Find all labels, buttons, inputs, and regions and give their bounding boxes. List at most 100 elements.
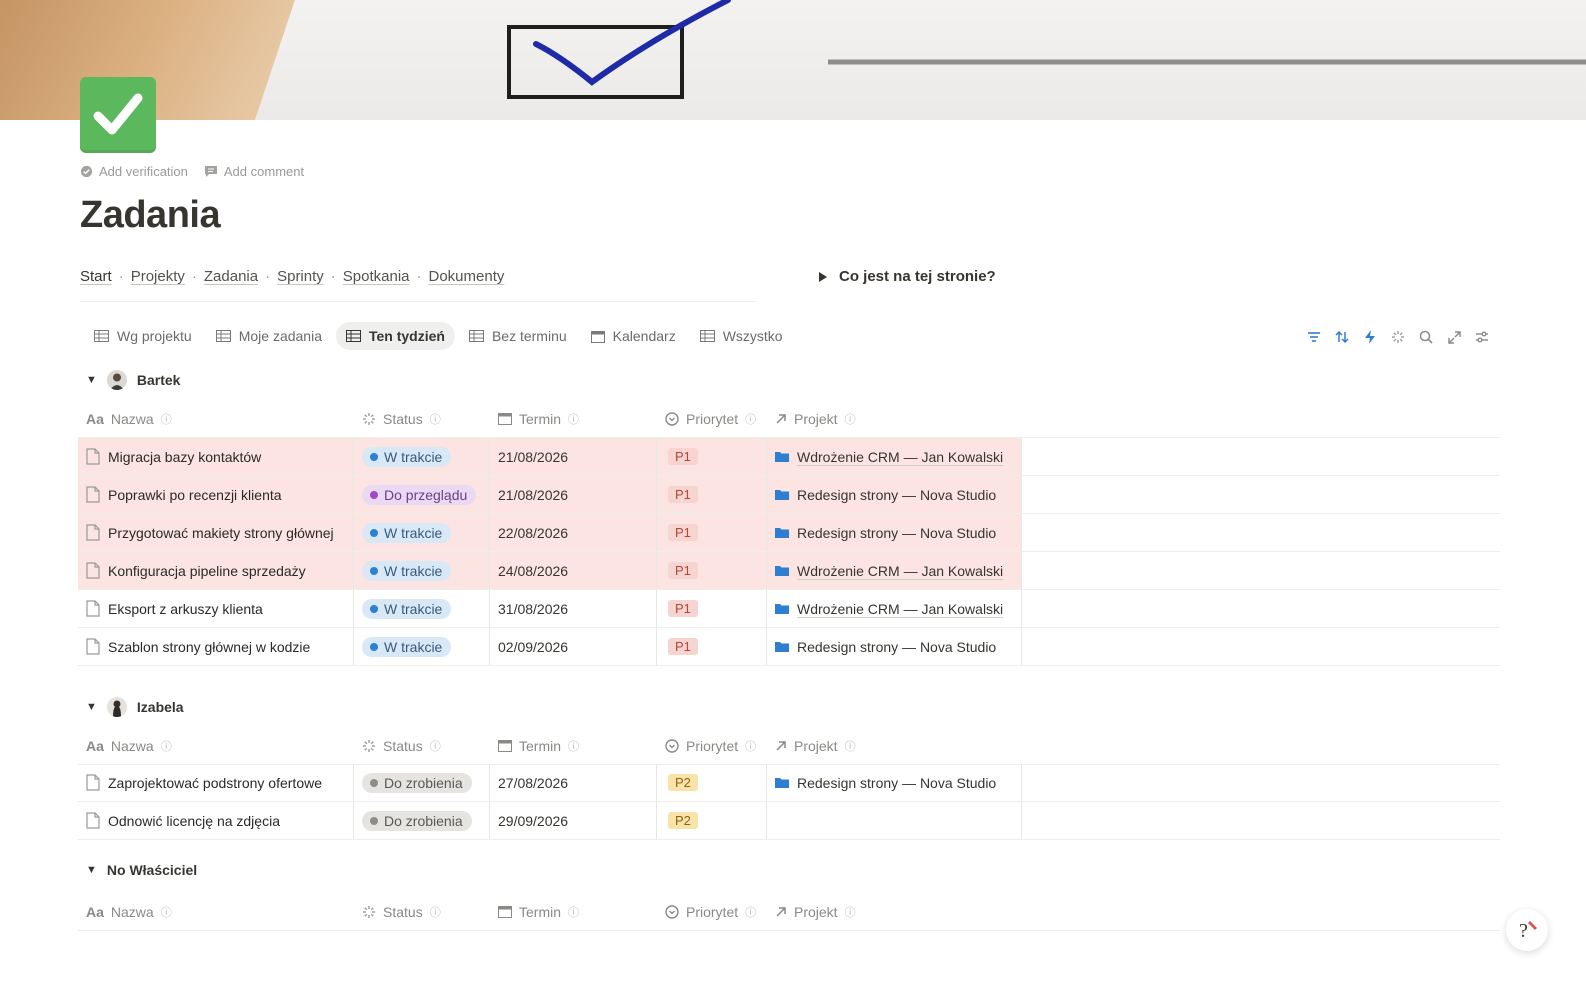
column-header-status[interactable]: Status ⓘ	[354, 400, 490, 437]
cell-priority[interactable]: P2	[657, 764, 767, 801]
tab-ten-tydzien[interactable]: Ten tydzień	[335, 322, 455, 350]
cell-priority[interactable]: P1	[657, 590, 767, 627]
cell-priority[interactable]: P2	[657, 802, 767, 839]
nav-link-start[interactable]: Start	[80, 268, 112, 301]
tab-moje-zadania[interactable]: Moje zadania	[206, 322, 332, 350]
column-header-priority[interactable]: Priorytet ⓘ	[657, 893, 767, 930]
table-row[interactable]: Poprawki po recenzji klienta Do przegląd…	[78, 476, 1500, 514]
cell-project[interactable]: Redesign strony — Nova Studio	[767, 764, 1022, 801]
cell-status[interactable]: Do przeglądu	[354, 476, 490, 513]
project-link[interactable]: Redesign strony — Nova Studio	[775, 487, 996, 503]
column-header-name[interactable]: Aa Nazwa ⓘ	[78, 893, 354, 930]
nav-link-zadania[interactable]: Zadania	[204, 268, 258, 301]
cell-due[interactable]: 02/09/2026	[490, 628, 657, 665]
cell-name[interactable]: Szablon strony głównej w kodzie	[78, 628, 354, 665]
loading-icon[interactable]	[1390, 328, 1406, 346]
cell-project[interactable]: Wdrożenie CRM — Jan Kowalski	[767, 590, 1022, 627]
project-link[interactable]: Wdrożenie CRM — Jan Kowalski	[775, 601, 1003, 617]
cell-due[interactable]: 22/08/2026	[490, 514, 657, 551]
cell-name[interactable]: Odnowić licencję na zdjęcia	[78, 802, 354, 839]
column-header-priority[interactable]: Priorytet ⓘ	[657, 727, 767, 764]
group-header-no-owner[interactable]: ▼ No Właściciel	[86, 862, 197, 878]
toggle-what-is-on-page[interactable]: Co jest na tej stronie?	[818, 268, 996, 285]
column-header-project[interactable]: Projekt ⓘ	[767, 893, 1022, 930]
cell-due[interactable]: 24/08/2026	[490, 552, 657, 589]
automation-icon[interactable]	[1362, 328, 1378, 346]
column-header-status[interactable]: Status ⓘ	[354, 727, 490, 764]
project-link[interactable]: Redesign strony — Nova Studio	[775, 525, 996, 541]
table-row[interactable]: Zaprojektować podstrony ofertowe Do zrob…	[78, 764, 1500, 802]
cell-project[interactable]: Wdrożenie CRM — Jan Kowalski	[767, 552, 1022, 589]
cell-project[interactable]: Redesign strony — Nova Studio	[767, 514, 1022, 551]
cell-project[interactable]	[767, 802, 1022, 839]
cell-priority[interactable]: P1	[657, 514, 767, 551]
column-header-project[interactable]: Projekt ⓘ	[767, 400, 1022, 437]
help-button[interactable]: ?	[1506, 909, 1548, 951]
cell-name[interactable]: Konfiguracja pipeline sprzedaży	[78, 552, 354, 589]
add-comment-button[interactable]: Add comment	[204, 164, 304, 179]
cell-priority[interactable]: P1	[657, 438, 767, 475]
table-row[interactable]: Eksport z arkuszy klienta W trakcie 31/0…	[78, 590, 1500, 628]
filter-icon[interactable]	[1306, 328, 1322, 346]
cell-due[interactable]: 29/09/2026	[490, 802, 657, 839]
page-icon[interactable]	[80, 77, 156, 153]
cell-project[interactable]: Redesign strony — Nova Studio	[767, 628, 1022, 665]
page-cover[interactable]	[0, 0, 1586, 120]
project-link[interactable]: Wdrożenie CRM — Jan Kowalski	[775, 449, 1003, 465]
group-header-bartek[interactable]: ▼ Bartek	[86, 370, 180, 390]
cell-due[interactable]: 27/08/2026	[490, 764, 657, 801]
table-row[interactable]: Przygotować makiety strony głównej W tra…	[78, 514, 1500, 552]
cell-name[interactable]: Przygotować makiety strony głównej	[78, 514, 354, 551]
cell-priority[interactable]: P1	[657, 476, 767, 513]
expand-icon[interactable]	[1446, 328, 1462, 346]
project-link[interactable]: Wdrożenie CRM — Jan Kowalski	[775, 563, 1003, 579]
table-row[interactable]: Odnowić licencję na zdjęcia Do zrobienia…	[78, 802, 1500, 840]
nav-link-projekty[interactable]: Projekty	[131, 268, 185, 301]
nav-link-dokumenty[interactable]: Dokumenty	[429, 268, 505, 301]
table-row[interactable]: Szablon strony głównej w kodzie W trakci…	[78, 628, 1500, 666]
settings-icon[interactable]	[1474, 328, 1490, 346]
column-header-project[interactable]: Projekt ⓘ	[767, 727, 1022, 764]
collapse-caret-icon[interactable]: ▼	[86, 701, 97, 713]
add-verification-button[interactable]: Add verification	[80, 164, 188, 179]
column-header-status[interactable]: Status ⓘ	[354, 893, 490, 930]
column-header-name[interactable]: Aa Nazwa ⓘ	[78, 400, 354, 437]
cell-name[interactable]: Zaprojektować podstrony ofertowe	[78, 764, 354, 801]
cell-status[interactable]: Do zrobienia	[354, 764, 490, 801]
search-icon[interactable]	[1418, 328, 1434, 346]
cell-due[interactable]: 31/08/2026	[490, 590, 657, 627]
tab-bez-terminu[interactable]: Bez terminu	[459, 322, 577, 350]
cell-name[interactable]: Poprawki po recenzji klienta	[78, 476, 354, 513]
project-link[interactable]: Redesign strony — Nova Studio	[775, 639, 996, 655]
cell-name[interactable]: Migracja bazy kontaktów	[78, 438, 354, 475]
cell-status[interactable]: W trakcie	[354, 514, 490, 551]
cell-status[interactable]: W trakcie	[354, 590, 490, 627]
nav-link-spotkania[interactable]: Spotkania	[343, 268, 410, 301]
cell-project[interactable]: Wdrożenie CRM — Jan Kowalski	[767, 438, 1022, 475]
cell-priority[interactable]: P1	[657, 628, 767, 665]
table-row[interactable]: Migracja bazy kontaktów W trakcie 21/08/…	[78, 438, 1500, 476]
tab-wszystko[interactable]: Wszystko	[690, 322, 793, 350]
cell-status[interactable]: W trakcie	[354, 438, 490, 475]
cell-status[interactable]: Do zrobienia	[354, 802, 490, 839]
collapse-caret-icon[interactable]: ▼	[86, 374, 97, 386]
cell-due[interactable]: 21/08/2026	[490, 476, 657, 513]
cell-status[interactable]: W trakcie	[354, 552, 490, 589]
column-header-due[interactable]: Termin ⓘ	[490, 893, 657, 930]
project-link[interactable]: Redesign strony — Nova Studio	[775, 775, 996, 791]
sort-icon[interactable]	[1334, 328, 1350, 346]
column-header-priority[interactable]: Priorytet ⓘ	[657, 400, 767, 437]
collapse-caret-icon[interactable]: ▼	[86, 864, 97, 876]
cell-due[interactable]: 21/08/2026	[490, 438, 657, 475]
cell-project[interactable]: Redesign strony — Nova Studio	[767, 476, 1022, 513]
group-header-izabela[interactable]: ▼ Izabela	[86, 697, 184, 717]
column-header-due[interactable]: Termin ⓘ	[490, 400, 657, 437]
tab-wg-projektu[interactable]: Wg projektu	[84, 322, 202, 350]
column-header-due[interactable]: Termin ⓘ	[490, 727, 657, 764]
cell-status[interactable]: W trakcie	[354, 628, 490, 665]
cell-name[interactable]: Eksport z arkuszy klienta	[78, 590, 354, 627]
tab-kalendarz[interactable]: Kalendarz	[581, 322, 686, 350]
column-header-name[interactable]: Aa Nazwa ⓘ	[78, 727, 354, 764]
cell-priority[interactable]: P1	[657, 552, 767, 589]
table-row[interactable]: Konfiguracja pipeline sprzedaży W trakci…	[78, 552, 1500, 590]
